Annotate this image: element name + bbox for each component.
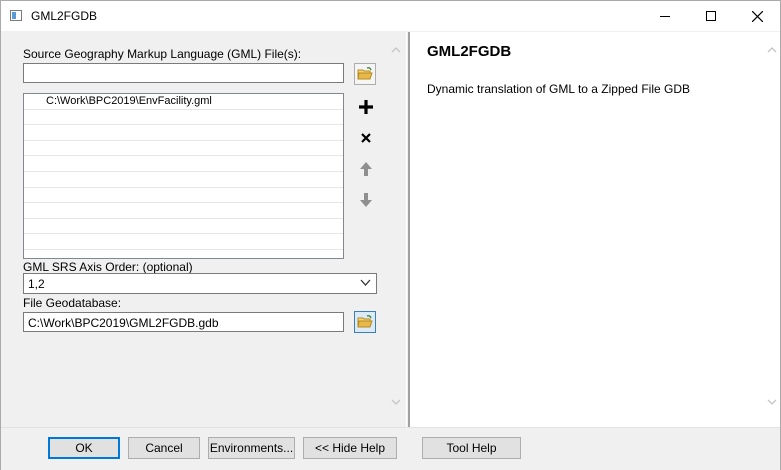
list-item-empty	[24, 188, 343, 204]
arrow-up-icon	[360, 162, 372, 176]
list-item-empty	[24, 110, 343, 126]
chevron-down-icon[interactable]	[767, 398, 777, 408]
close-icon	[751, 10, 763, 22]
maximize-icon	[706, 11, 716, 21]
close-button[interactable]	[734, 1, 780, 31]
list-item-empty	[24, 234, 343, 250]
parameters-scrollbar[interactable]	[387, 32, 405, 427]
browse-source-button[interactable]	[354, 63, 376, 85]
chevron-down-icon	[360, 279, 371, 286]
list-item[interactable]: C:\Work\BPC2019\EnvFacility.gml	[24, 94, 343, 110]
plus-icon	[359, 100, 373, 114]
help-description: Dynamic translation of GML to a Zipped F…	[427, 82, 690, 96]
help-title: GML2FGDB	[427, 43, 512, 60]
add-item-button[interactable]	[355, 96, 377, 118]
list-item-empty	[24, 156, 343, 172]
chevron-up-icon[interactable]	[767, 46, 777, 56]
source-file-list[interactable]: C:\Work\BPC2019\EnvFacility.gml	[23, 93, 344, 259]
chevron-down-icon[interactable]	[391, 398, 401, 408]
file-geodatabase-label: File Geodatabase:	[23, 296, 122, 310]
list-item-empty	[24, 125, 343, 141]
list-item-empty	[24, 141, 343, 157]
remove-item-button[interactable]	[355, 127, 377, 149]
axis-order-label: GML SRS Axis Order: (optional)	[23, 260, 193, 274]
minimize-button[interactable]	[642, 1, 688, 31]
list-item-empty	[24, 203, 343, 219]
chevron-up-icon[interactable]	[391, 46, 401, 56]
hide-help-button[interactable]: << Hide Help	[303, 437, 397, 459]
help-scrollbar[interactable]	[763, 32, 780, 427]
arrow-down-icon	[360, 193, 372, 207]
axis-order-select[interactable]: 1,2	[23, 273, 377, 294]
browse-geodatabase-button[interactable]	[354, 311, 376, 333]
open-folder-icon	[357, 67, 373, 80]
title-bar: GML2FGDB	[1, 1, 780, 31]
axis-order-value: 1,2	[28, 277, 45, 291]
minimize-icon	[660, 15, 670, 17]
tool-window-icon	[10, 10, 22, 21]
source-gml-input[interactable]	[23, 63, 344, 83]
tool-help-button[interactable]: Tool Help	[422, 437, 521, 459]
window-title: GML2FGDB	[31, 9, 98, 23]
dialog-button-bar: OK Cancel Environments... << Hide Help T…	[1, 427, 780, 470]
cancel-button[interactable]: Cancel	[128, 437, 200, 459]
list-item-empty	[24, 219, 343, 235]
help-pane: GML2FGDB Dynamic translation of GML to a…	[409, 32, 763, 427]
ok-button[interactable]: OK	[48, 437, 120, 459]
move-up-button[interactable]	[355, 158, 377, 180]
environments-button[interactable]: Environments...	[208, 437, 295, 459]
maximize-button[interactable]	[688, 1, 734, 31]
move-down-button[interactable]	[355, 189, 377, 211]
delete-icon	[361, 133, 371, 143]
tool-dialog: GML2FGDB Source Geography Markup Languag…	[0, 0, 781, 470]
list-item-empty	[24, 172, 343, 188]
open-folder-icon	[357, 315, 373, 328]
file-geodatabase-input[interactable]: C:\Work\BPC2019\GML2FGDB.gdb	[23, 312, 344, 332]
source-gml-label: Source Geography Markup Language (GML) F…	[23, 47, 302, 61]
